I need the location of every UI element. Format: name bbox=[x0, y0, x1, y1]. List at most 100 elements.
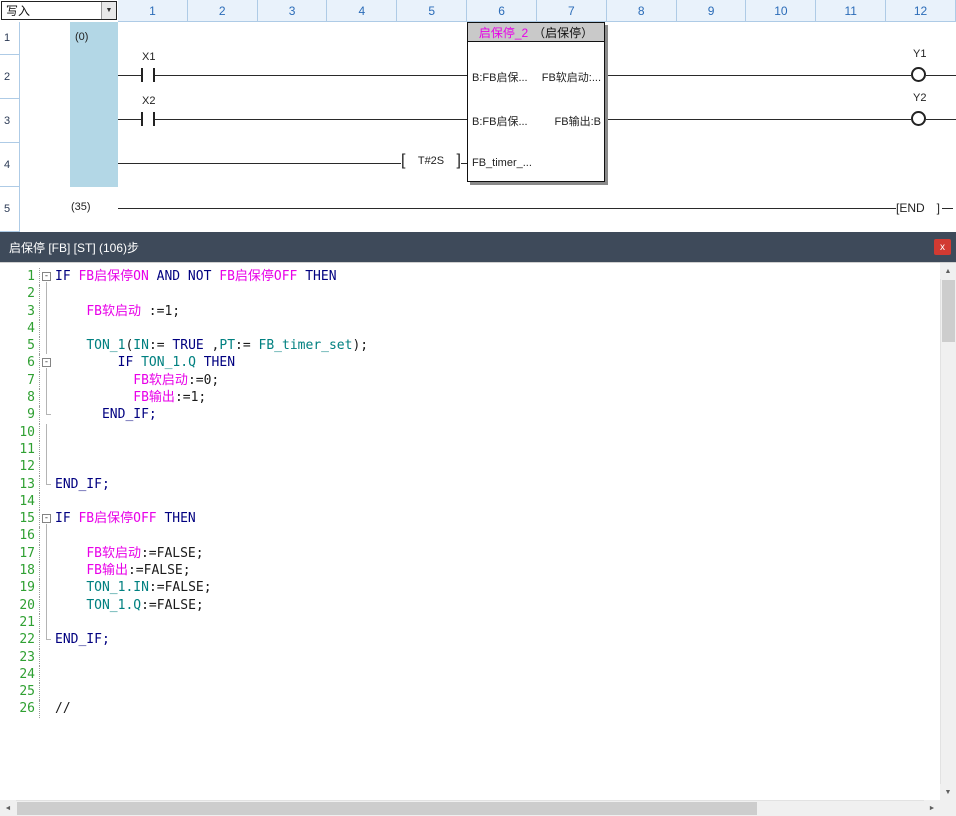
code-text: IF FB启保停OFF THEN bbox=[55, 510, 196, 527]
wire bbox=[118, 75, 467, 76]
code-text: FB软启动:=0; bbox=[55, 372, 219, 389]
wire bbox=[926, 75, 956, 76]
line-number: 11 bbox=[0, 441, 40, 458]
fold-marker bbox=[40, 597, 55, 614]
coil-y2[interactable] bbox=[911, 111, 926, 126]
code-line[interactable]: 13END_IF; bbox=[0, 476, 940, 493]
fb-input-3[interactable]: FB_timer_... bbox=[472, 157, 532, 169]
fold-marker bbox=[40, 285, 55, 302]
code-line[interactable]: 6- IF TON_1.Q THEN bbox=[0, 354, 940, 371]
fold-toggle-icon[interactable]: - bbox=[40, 510, 55, 527]
collapse-icon[interactable]: - bbox=[42, 272, 51, 281]
code-line[interactable]: 21 bbox=[0, 614, 940, 631]
timer-value: T#2S bbox=[418, 155, 444, 167]
code-line[interactable]: 18 FB输出:=FALSE; bbox=[0, 562, 940, 579]
line-number: 24 bbox=[0, 666, 40, 683]
code-line[interactable]: 20 TON_1.Q:=FALSE; bbox=[0, 597, 940, 614]
horizontal-scroll-thumb[interactable] bbox=[17, 802, 757, 815]
fold-marker bbox=[40, 424, 55, 441]
line-number: 14 bbox=[0, 493, 40, 510]
fold-marker bbox=[40, 320, 55, 337]
code-line[interactable]: 3 FB软启动 :=1; bbox=[0, 303, 940, 320]
fold-marker bbox=[40, 493, 55, 510]
code-line[interactable]: 10 bbox=[0, 424, 940, 441]
code-line[interactable]: 24 bbox=[0, 666, 940, 683]
code-line[interactable]: 25 bbox=[0, 683, 940, 700]
line-number: 15 bbox=[0, 510, 40, 527]
fold-toggle-icon[interactable]: - bbox=[40, 354, 55, 371]
code-line[interactable]: 23 bbox=[0, 649, 940, 666]
contact-x1[interactable] bbox=[141, 68, 155, 82]
collapse-icon[interactable]: - bbox=[42, 514, 51, 523]
fold-marker bbox=[40, 389, 55, 406]
close-button[interactable]: x bbox=[934, 239, 951, 255]
collapse-icon[interactable]: - bbox=[42, 358, 51, 367]
column-header: 11 bbox=[816, 0, 886, 21]
vertical-scrollbar[interactable]: ▲ ▼ bbox=[940, 263, 956, 800]
line-number: 26 bbox=[0, 700, 40, 717]
column-headers: 123456789101112 bbox=[118, 0, 956, 22]
column-header: 6 bbox=[467, 0, 537, 21]
contact-x2[interactable] bbox=[141, 112, 155, 126]
contact-label-x1: X1 bbox=[142, 51, 155, 63]
line-number: 18 bbox=[0, 562, 40, 579]
code-text: END_IF; bbox=[55, 406, 157, 423]
horizontal-scrollbar[interactable]: ◄ ► bbox=[0, 800, 940, 816]
code-line[interactable]: 12 bbox=[0, 458, 940, 475]
code-line[interactable]: 26 // bbox=[0, 700, 940, 717]
code-line[interactable]: 2 bbox=[0, 285, 940, 302]
code-line[interactable]: 4 bbox=[0, 320, 940, 337]
code-text: IF FB启保停ON AND NOT FB启保停OFF THEN bbox=[55, 268, 337, 285]
code-line[interactable]: 22END_IF; bbox=[0, 631, 940, 648]
end-instruction[interactable]: [END ] bbox=[896, 201, 940, 215]
fb-input-2[interactable]: B:FB启保... bbox=[472, 113, 528, 129]
mode-dropdown[interactable]: 写入 ▼ bbox=[1, 1, 117, 20]
line-number: 3 bbox=[0, 303, 40, 320]
timer-constant[interactable]: [ T#2S ] bbox=[401, 153, 461, 169]
coil-label-y2: Y2 bbox=[913, 92, 926, 104]
plc-editor-window: 写入 ▼ 123456789101112 (0) (35) X1 Y1 X2 Y… bbox=[0, 0, 956, 816]
fb-output-2[interactable]: FB输出:B bbox=[555, 113, 601, 129]
fb-output-1[interactable]: FB软启动:... bbox=[542, 69, 601, 85]
code-line[interactable]: 7 FB软启动:=0; bbox=[0, 372, 940, 389]
scroll-right-button[interactable]: ► bbox=[924, 800, 940, 816]
code-line[interactable]: 14 bbox=[0, 493, 940, 510]
coil-y1[interactable] bbox=[911, 67, 926, 82]
st-window-titlebar: 启保停 [FB] [ST] (106)步 x bbox=[0, 232, 956, 262]
column-header: 9 bbox=[677, 0, 747, 21]
fb-input-1[interactable]: B:FB启保... bbox=[472, 69, 528, 85]
column-header: 4 bbox=[327, 0, 397, 21]
code-line[interactable]: 15-IF FB启保停OFF THEN bbox=[0, 510, 940, 527]
selection-column[interactable] bbox=[70, 22, 118, 187]
function-block[interactable]: 启保停_2 （启保停） B:FB启保... FB软启动:... B:FB启保..… bbox=[467, 22, 605, 182]
row-header: 2 bbox=[0, 55, 20, 99]
code-line[interactable]: 9 END_IF; bbox=[0, 406, 940, 423]
fold-marker bbox=[40, 545, 55, 562]
contact-label-x2: X2 bbox=[142, 95, 155, 107]
row-header: 5 bbox=[0, 187, 20, 232]
column-header: 8 bbox=[607, 0, 677, 21]
code-text: // bbox=[55, 700, 78, 717]
column-header: 1 bbox=[118, 0, 188, 21]
fold-marker bbox=[40, 700, 55, 717]
code-line[interactable]: 11 bbox=[0, 441, 940, 458]
fold-marker bbox=[40, 458, 55, 475]
code-line[interactable]: 8 FB输出:=1; bbox=[0, 389, 940, 406]
scroll-down-button[interactable]: ▼ bbox=[940, 784, 956, 800]
column-header: 5 bbox=[397, 0, 467, 21]
code-line[interactable]: 16 bbox=[0, 527, 940, 544]
code-line[interactable]: 5 TON_1(IN:= TRUE ,PT:= FB_timer_set); bbox=[0, 337, 940, 354]
code-line[interactable]: 1-IF FB启保停ON AND NOT FB启保停OFF THEN bbox=[0, 268, 940, 285]
code-line[interactable]: 17 FB软启动:=FALSE; bbox=[0, 545, 940, 562]
code-line[interactable]: 19 TON_1.IN:=FALSE; bbox=[0, 579, 940, 596]
scroll-left-button[interactable]: ◄ bbox=[0, 800, 16, 816]
scrollbar-corner bbox=[940, 800, 956, 816]
vertical-scroll-thumb[interactable] bbox=[942, 280, 955, 342]
scroll-up-button[interactable]: ▲ bbox=[940, 263, 956, 279]
right-bracket: ] bbox=[457, 153, 461, 169]
line-number: 5 bbox=[0, 337, 40, 354]
fold-toggle-icon[interactable]: - bbox=[40, 268, 55, 285]
dropdown-arrow-icon[interactable]: ▼ bbox=[101, 2, 116, 19]
line-number: 21 bbox=[0, 614, 40, 631]
code-area[interactable]: 1-IF FB启保停ON AND NOT FB启保停OFF THEN23 FB软… bbox=[0, 263, 940, 800]
